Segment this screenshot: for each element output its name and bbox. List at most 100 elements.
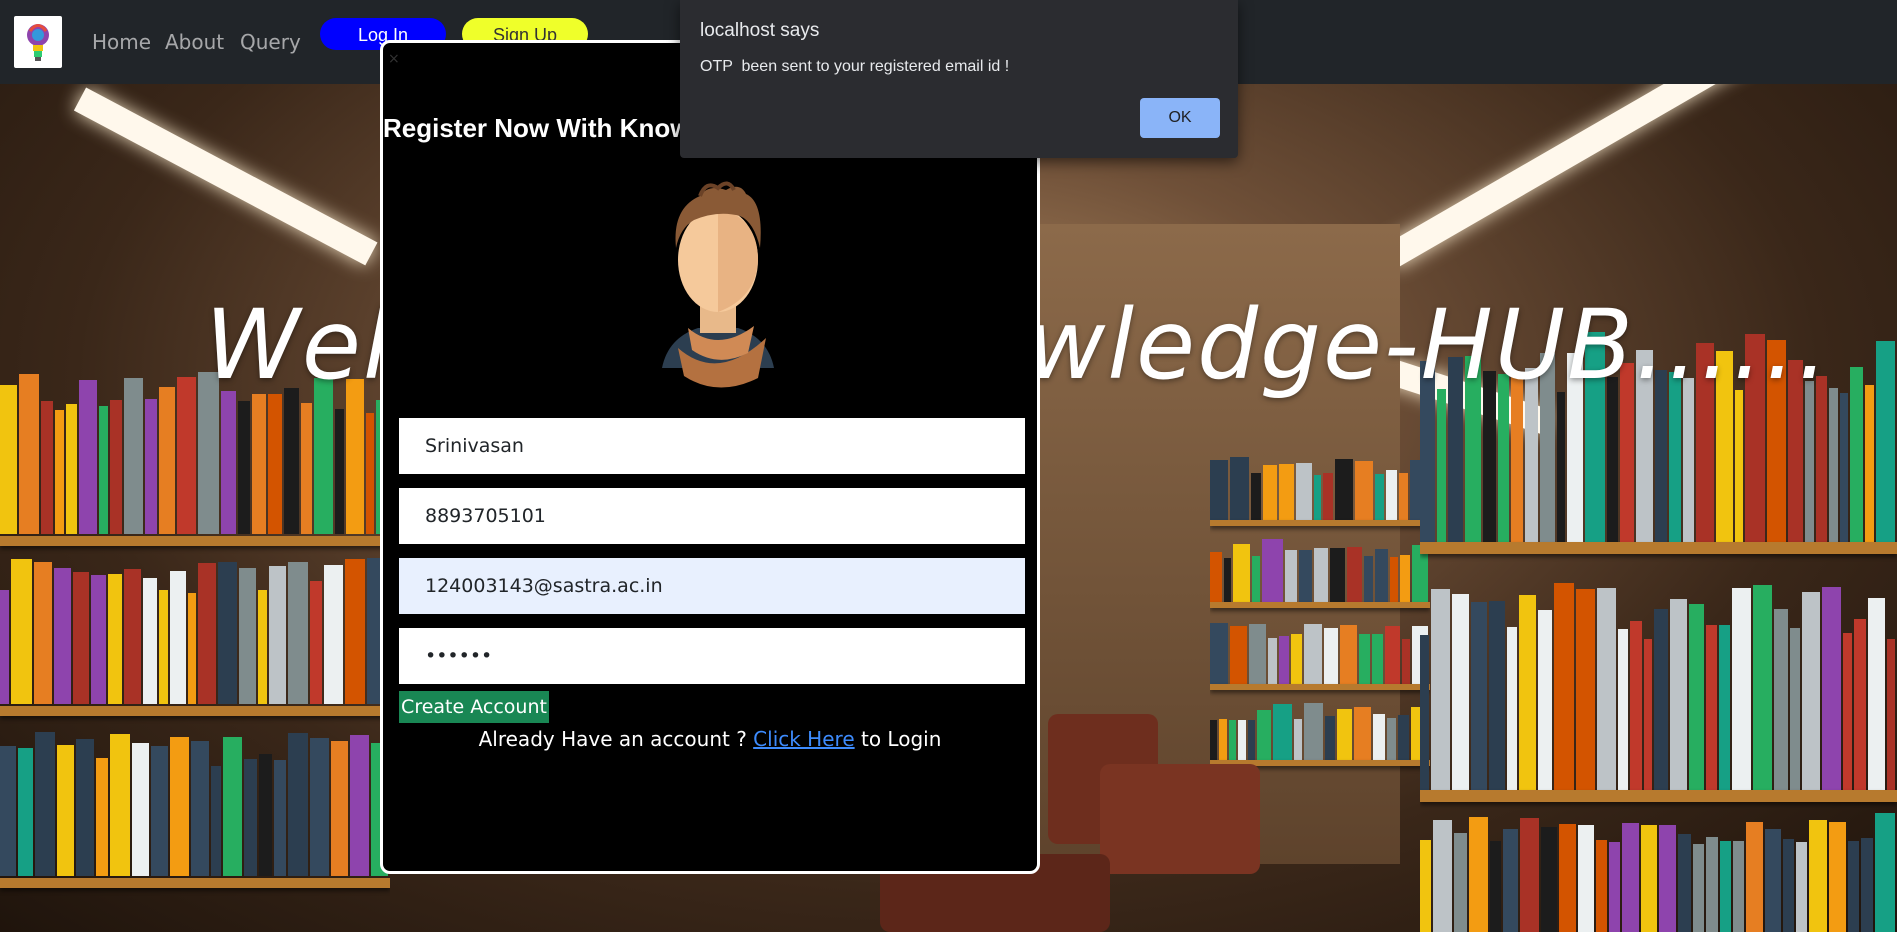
- book-spine: [169, 737, 189, 876]
- book-spine: [1358, 634, 1370, 684]
- book-spine: [1420, 840, 1432, 932]
- left-bookshelf: [0, 354, 390, 932]
- book-spine: [1323, 628, 1339, 684]
- lightbulb-logo-icon[interactable]: [14, 16, 62, 68]
- book-spine: [190, 741, 209, 876]
- ceiling-light: [1383, 84, 1804, 269]
- book-spine: [244, 759, 257, 876]
- book-spine: [1354, 707, 1371, 760]
- book-spine: [1511, 376, 1524, 544]
- book-spine: [1595, 840, 1608, 932]
- book-spine: [1854, 619, 1866, 790]
- book-spine: [158, 590, 168, 704]
- book-spine: [1295, 463, 1312, 520]
- book-spine: [310, 738, 329, 876]
- click-here-link[interactable]: Click Here: [753, 727, 854, 751]
- book-spine: [1299, 550, 1312, 602]
- book-spine: [187, 593, 196, 704]
- book-spine: [1398, 715, 1410, 760]
- password-field[interactable]: [399, 628, 1025, 684]
- book-spine: [151, 746, 168, 876]
- book-spine: [1268, 638, 1278, 684]
- name-field[interactable]: [399, 418, 1025, 474]
- book-spine: [0, 746, 17, 876]
- book-spine: [1557, 392, 1566, 544]
- book-spine: [197, 563, 217, 704]
- book-spine: [1677, 834, 1692, 932]
- book-spine: [1210, 720, 1218, 760]
- book-spine: [1313, 475, 1322, 520]
- book-spine: [1507, 627, 1517, 790]
- book-spine: [1618, 629, 1628, 790]
- book-spine: [90, 575, 106, 704]
- book-spine: [220, 391, 236, 534]
- book-spine: [78, 380, 97, 534]
- book-spine: [110, 400, 123, 534]
- ok-button[interactable]: OK: [1140, 98, 1220, 138]
- alert-title: localhost says: [700, 20, 820, 41]
- nav-query-link[interactable]: Query: [240, 30, 301, 54]
- book-spine: [268, 566, 287, 704]
- book-spine: [1705, 837, 1719, 932]
- book-spine: [1746, 822, 1764, 932]
- book-spine: [346, 379, 365, 534]
- book-spine: [75, 739, 94, 876]
- book-spine: [18, 748, 34, 876]
- book-spine: [1732, 841, 1745, 932]
- book-spine: [1843, 633, 1852, 790]
- book-spine: [223, 737, 243, 876]
- alert-message: OTP been sent to your registered email i…: [700, 58, 1010, 75]
- book-spine: [54, 410, 64, 534]
- book-spine: [1386, 718, 1397, 760]
- book-spine: [1489, 601, 1505, 790]
- book-spine: [238, 568, 256, 704]
- create-account-button[interactable]: Create Account: [399, 691, 549, 723]
- book-spine: [1210, 552, 1222, 602]
- book-spine: [1753, 585, 1772, 790]
- ceiling-light: [73, 87, 378, 266]
- book-spine: [1782, 839, 1795, 932]
- book-spine: [54, 568, 72, 704]
- login-prompt: Already Have an account ? Click Here to …: [383, 727, 1037, 751]
- book-spine: [1340, 625, 1357, 684]
- book-spine: [1262, 539, 1283, 602]
- book-spine: [132, 743, 150, 876]
- book-spine: [1384, 626, 1401, 684]
- close-icon[interactable]: ×: [388, 51, 400, 67]
- book-spine: [1864, 385, 1875, 544]
- book-spine: [18, 374, 39, 534]
- phone-field[interactable]: [399, 488, 1025, 544]
- book-spine: [1816, 376, 1828, 544]
- email-field[interactable]: [399, 558, 1025, 614]
- book-spine: [1829, 388, 1839, 544]
- book-spine: [1874, 813, 1895, 932]
- book-spine: [310, 581, 322, 704]
- nav-about-link[interactable]: About: [165, 30, 224, 54]
- book-spine: [237, 401, 250, 534]
- book-spine: [169, 571, 186, 704]
- book-spine: [1334, 459, 1354, 520]
- book-spine: [1609, 842, 1620, 932]
- book-spine: [1520, 818, 1540, 932]
- book-spine: [1223, 558, 1232, 602]
- book-spine: [0, 385, 17, 534]
- book-spine: [1210, 460, 1228, 520]
- book-spine: [288, 733, 309, 876]
- book-spine: [1251, 556, 1261, 602]
- book-spine: [210, 766, 222, 876]
- book-spine: [1402, 639, 1411, 684]
- book-spine: [1804, 381, 1815, 544]
- book-spine: [1802, 592, 1820, 790]
- book-spine: [1654, 609, 1668, 790]
- book-spine: [1330, 548, 1345, 602]
- book-spine: [323, 565, 343, 704]
- right-bookshelf: [1420, 324, 1897, 932]
- book-spine: [177, 377, 197, 534]
- already-text: Already Have an account ?: [478, 727, 747, 751]
- book-spine: [1278, 464, 1294, 520]
- book-spine: [1229, 457, 1250, 520]
- book-spine: [0, 590, 9, 704]
- book-spine: [1559, 824, 1576, 932]
- to-login-text: to Login: [860, 727, 942, 751]
- nav-home-link[interactable]: Home: [92, 30, 151, 54]
